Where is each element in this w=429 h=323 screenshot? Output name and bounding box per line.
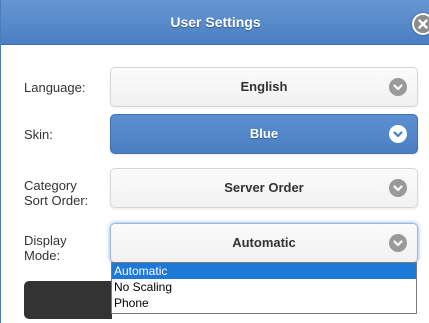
option-automatic[interactable]: Automatic [112, 263, 416, 279]
category-sort-order-value: Server Order [224, 180, 304, 195]
display-mode-select[interactable]: Automatic [110, 223, 418, 263]
dialog-titlebar: User Settings [1, 0, 429, 45]
display-mode-options-list: Automatic No Scaling Phone [111, 262, 417, 314]
display-mode-label: Display Mode: [24, 233, 67, 263]
close-icon [414, 15, 429, 33]
language-value: English [240, 79, 288, 94]
category-sort-order-label: Category Sort Order: [24, 178, 89, 208]
skin-select[interactable]: Blue [110, 114, 418, 154]
language-label: Language: [24, 80, 86, 95]
chevron-down-icon [389, 78, 407, 96]
category-sort-order-select[interactable]: Server Order [110, 168, 418, 208]
chevron-down-icon [389, 234, 407, 252]
skin-label: Skin: [24, 127, 53, 142]
option-no-scaling[interactable]: No Scaling [112, 279, 416, 295]
language-select[interactable]: English [110, 67, 418, 107]
display-mode-value: Automatic [232, 235, 296, 250]
option-phone[interactable]: Phone [112, 295, 416, 311]
chevron-down-icon [389, 125, 407, 143]
close-button[interactable] [412, 13, 429, 35]
dark-button[interactable] [24, 281, 112, 319]
dialog-title: User Settings [170, 14, 261, 30]
skin-value: Blue [249, 126, 279, 141]
chevron-down-icon [389, 179, 407, 197]
user-settings-dialog: User Settings Language: English Skin: Bl… [0, 0, 429, 323]
